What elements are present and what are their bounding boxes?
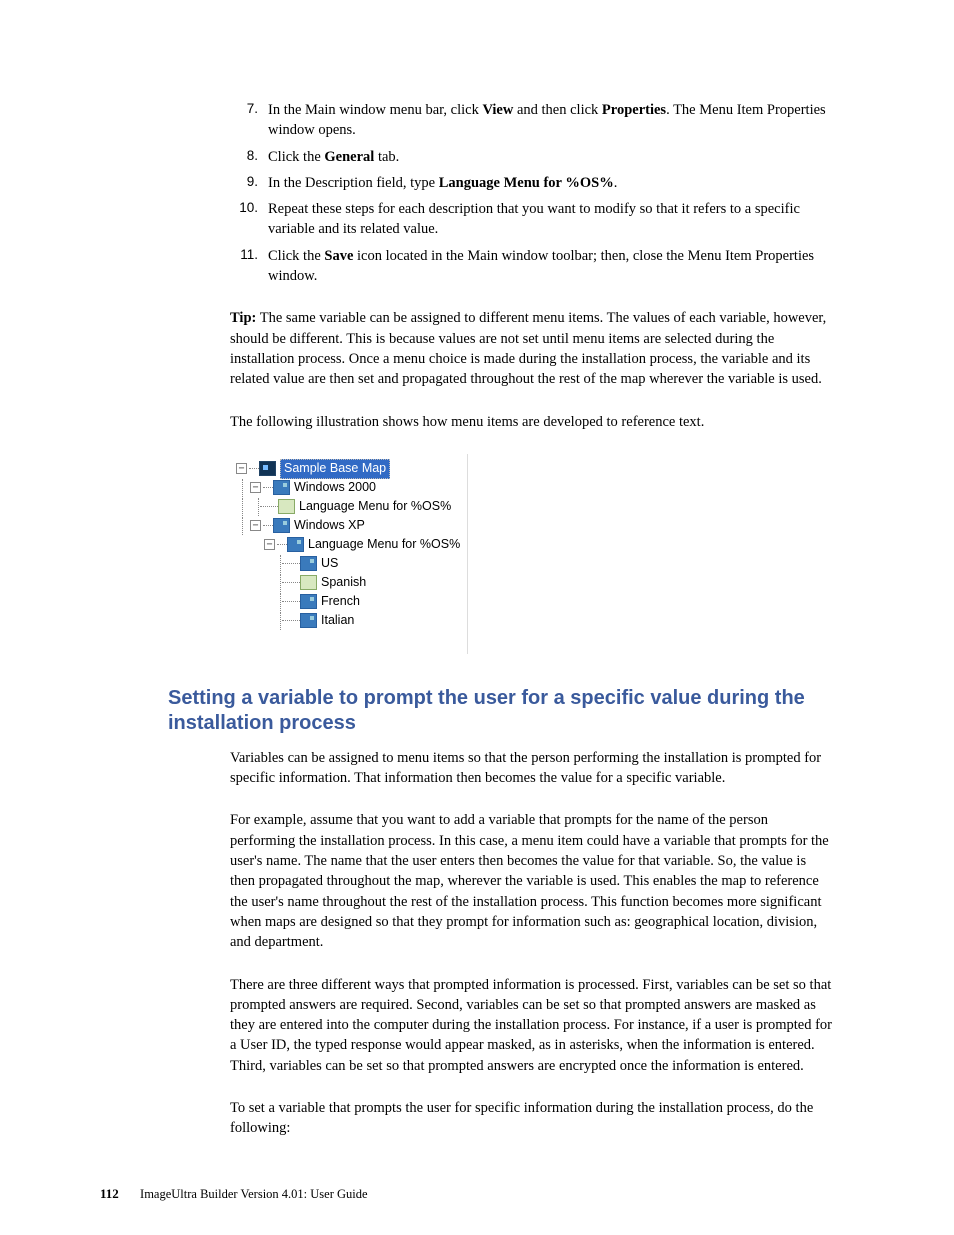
page-footer: 112 ImageUltra Builder Version 4.01: Use… [100,1185,368,1204]
tip-body: The same variable can be assigned to dif… [230,310,826,387]
step-8: 8. Click the General tab. [230,147,834,167]
menu-item-icon [273,480,290,495]
step-text: In the Main window menu bar, click View … [268,100,834,141]
toggle-minus-icon: − [236,463,247,474]
step-10: 10. Repeat these steps for each descript… [230,199,834,240]
step-number: 11. [230,246,268,287]
map-icon [259,461,276,476]
ordered-list: 7. In the Main window menu bar, click Vi… [230,100,834,286]
page-number: 112 [100,1186,119,1201]
step-9: 9. In the Description field, type Langua… [230,173,834,193]
tree-row-wxp: − Windows XP [236,517,467,535]
step-number: 8. [230,147,268,167]
menu-item-icon [300,594,317,609]
document-page: 7. In the Main window menu bar, click Vi… [0,0,954,1235]
link-icon [278,499,295,514]
tree-label: Language Menu for %OS% [299,498,451,516]
toggle-minus-icon: − [250,482,261,493]
link-icon [300,575,317,590]
menu-item-icon [300,613,317,628]
step-text: Click the General tab. [268,147,834,167]
tree-row-us: US [236,555,467,573]
step-number: 10. [230,199,268,240]
menu-item-icon [300,556,317,571]
illustration-intro: The following illustration shows how men… [230,412,834,432]
menu-item-icon [273,518,290,533]
step-text: In the Description field, type Language … [268,173,834,193]
tree-row-w2000-lang: Language Menu for %OS% [236,498,467,516]
menu-item-icon [287,537,304,552]
tree-illustration: − Sample Base Map − Windows 2000 Languag… [230,454,468,654]
body-paragraph: For example, assume that you want to add… [230,810,834,952]
tree-label: Italian [321,612,354,630]
tree-row-root: − Sample Base Map [236,460,467,478]
tree-row-wxp-lang: − Language Menu for %OS% [236,536,467,554]
step-text: Repeat these steps for each description … [268,199,834,240]
tree-row-w2000: − Windows 2000 [236,479,467,497]
toggle-minus-icon: − [264,539,275,550]
step-text: Click the Save icon located in the Main … [268,246,834,287]
tree-label: Sample Base Map [280,459,390,479]
tree-label: Spanish [321,574,366,592]
toggle-minus-icon: − [250,520,261,531]
step-number: 7. [230,100,268,141]
section-heading: Setting a variable to prompt the user fo… [168,686,834,736]
tree-row-spanish: Spanish [236,574,467,592]
body-paragraph: To set a variable that prompts the user … [230,1098,834,1139]
tip-paragraph: Tip: The same variable can be assigned t… [230,308,834,389]
tree-row-italian: Italian [236,612,467,630]
step-7: 7. In the Main window menu bar, click Vi… [230,100,834,141]
tip-label: Tip: [230,310,256,326]
step-11: 11. Click the Save icon located in the M… [230,246,834,287]
step-number: 9. [230,173,268,193]
tree-label: US [321,555,338,573]
tree-label: Language Menu for %OS% [308,536,460,554]
body-paragraph: There are three different ways that prom… [230,975,834,1076]
tree-label: Windows XP [294,517,365,535]
body-paragraph: Variables can be assigned to menu items … [230,748,834,789]
tree-label: French [321,593,360,611]
footer-text: ImageUltra Builder Version 4.01: User Gu… [140,1187,368,1201]
tree-label: Windows 2000 [294,479,376,497]
tree-row-french: French [236,593,467,611]
